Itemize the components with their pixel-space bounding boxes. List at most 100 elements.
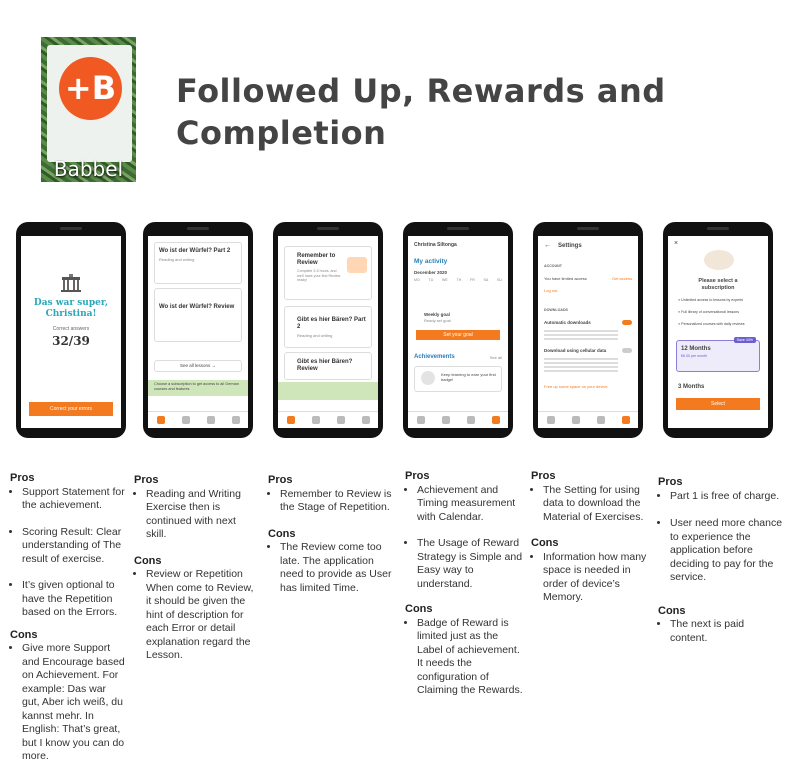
pros-list: Remember to Review is the Stage of Repet… (268, 488, 393, 515)
babbel-logo: +B Babbel (41, 37, 136, 182)
brandenburg-gate-icon (61, 274, 81, 292)
logout-link[interactable]: Log out (544, 288, 557, 293)
profile-icon[interactable] (231, 416, 240, 424)
subscription-banner[interactable]: Choose a subscription to get access to a… (148, 380, 248, 396)
lesson-title: Wo ist der Würfel? Review (159, 304, 235, 310)
phone-notch (317, 227, 339, 230)
review-icon[interactable] (466, 416, 475, 424)
save-badge: Save 44% (733, 337, 756, 343)
subscription-banner[interactable] (278, 382, 378, 400)
cellular-toggle[interactable] (622, 348, 632, 353)
babbel-plus-b-icon: +B (59, 57, 122, 120)
home-icon[interactable] (416, 416, 425, 424)
set-goal-button[interactable]: Set your goal (416, 330, 500, 340)
courses-icon[interactable] (571, 416, 580, 424)
bottom-nav (148, 411, 248, 428)
user-name: Christina Siltonga (414, 242, 457, 248)
home-icon[interactable] (286, 416, 295, 424)
home-icon[interactable] (156, 416, 165, 424)
courses-icon[interactable] (181, 416, 190, 424)
plan-3-months[interactable]: 3 Months (678, 384, 704, 390)
cellular-download-label: Download using cellular data (544, 348, 607, 353)
phone-notch (577, 227, 599, 230)
benefit-item: ● Personalized courses with daily review… (678, 322, 745, 326)
lesson-card[interactable]: Gibt es hier Bären? Part 2 Reading and w… (284, 306, 372, 348)
benefit-item: ● Unlimited access to lessons by experts (678, 298, 744, 302)
cons-heading: Cons (531, 537, 559, 549)
get-access-link[interactable]: Get access (612, 276, 632, 281)
weekly-goal-subtitle: Ready set goal (424, 318, 451, 323)
courses-icon[interactable] (441, 416, 450, 424)
subscription-heading: Please select a subscription (698, 278, 738, 291)
subscription-screen: × Please select a subscription ● Unlimit… (668, 236, 768, 428)
calendar-day: MO (414, 278, 420, 282)
cons-heading: Cons (658, 604, 686, 617)
auto-downloads-description (544, 328, 618, 342)
column-lessons: Pros Reading and Writing Exercise then i… (134, 474, 256, 663)
pros-heading: Pros (405, 470, 430, 482)
calendar-month: December 2020 (414, 270, 448, 275)
lesson-title: Gibt es hier Bären? Part 2 (297, 317, 366, 330)
limited-access-text: You have limited access (544, 276, 587, 281)
phone-notch (60, 227, 82, 230)
phone-subscription-screen: × Please select a subscription ● Unlimit… (663, 222, 773, 438)
benefit-text: Full library of conversational lessons (681, 310, 740, 314)
lesson-card[interactable]: Wo ist der Würfel? Part 2 Reading and wr… (154, 242, 242, 284)
lesson-card[interactable]: Wo ist der Würfel? Review (154, 288, 242, 342)
plan-price: €6.00 per month (681, 354, 708, 358)
calendar-week: MO TU WE TH FR SA SU (414, 278, 502, 282)
calendar-day: TH (456, 278, 462, 282)
review-icon[interactable] (336, 416, 345, 424)
review-card[interactable]: Remember to Review Complete 3-5 hours, a… (284, 246, 372, 300)
free-space-link[interactable]: Free up some space on your device (544, 384, 608, 389)
cons-list: Badge of Reward is limited just as the L… (405, 617, 523, 698)
badge-card: Keep learning to earn your first badge! (414, 366, 502, 392)
courses-icon[interactable] (311, 416, 320, 424)
profile-icon[interactable] (491, 416, 500, 424)
result-screen: Das war super, Christina! Correct answer… (21, 236, 121, 428)
pros-item: It’s given optional to have the Repetiti… (22, 579, 125, 620)
review-screen: Remember to Review Complete 3-5 hours, a… (278, 236, 378, 428)
calendar-day: SU (497, 278, 502, 282)
column-result: Pros Support Statement for the achieveme… (10, 472, 125, 764)
see-all-link[interactable]: See all (490, 355, 502, 360)
cons-item: The Review come too late. The applicatio… (280, 541, 393, 595)
home-icon[interactable] (546, 416, 555, 424)
auto-downloads-toggle[interactable] (622, 320, 632, 325)
auto-downloads-label: Automatic downloads (544, 320, 591, 325)
select-plan-button[interactable]: Select (676, 398, 760, 410)
calendar-day: TU (428, 278, 434, 282)
cons-list: Review or Repetition When come to Review… (134, 568, 256, 663)
lesson-card[interactable]: Gibt es hier Bären? Review (284, 352, 372, 380)
lesson-subtitle: Reading and writing (159, 257, 195, 262)
benefit-item: ● Full library of conversational lessons (678, 310, 740, 314)
pros-list: Reading and Writing Exercise then is con… (134, 488, 256, 542)
calendar-day: SA (483, 278, 489, 282)
lesson-subtitle: Reading and writing (297, 333, 333, 338)
pros-item: Achievement and Timing measurement with … (417, 484, 523, 525)
answers-label: Correct answers (52, 326, 90, 332)
pros-item: Scoring Result: Clear understanding of T… (22, 526, 125, 567)
back-arrow-icon[interactable]: ← (544, 242, 551, 249)
profile-icon[interactable] (361, 416, 370, 424)
profile-icon[interactable] (621, 416, 630, 424)
score-value: 32/39 (52, 334, 90, 348)
bottom-nav (278, 411, 378, 428)
pros-item: User need more chance to experience the … (670, 517, 783, 585)
pros-item: Remember to Review is the Stage of Repet… (280, 488, 393, 515)
cons-list: Give more Support and Encourage based on… (10, 642, 125, 764)
bottom-nav (538, 411, 638, 428)
achievements-heading: Achievements (414, 354, 455, 360)
plan-12-months[interactable]: Save 44% 12 Months €6.00 per month (676, 337, 760, 372)
account-section-label: ACCOUNT (544, 264, 562, 268)
column-review: Pros Remember to Review is the Stage of … (268, 474, 393, 595)
cons-list: The next is paid content. (658, 618, 783, 645)
pros-item: Part 1 is free of charge. (670, 490, 783, 504)
badge-icon (421, 371, 435, 385)
cellular-description (544, 356, 618, 374)
review-icon[interactable] (206, 416, 215, 424)
close-icon[interactable]: × (674, 240, 678, 247)
see-all-lessons-button[interactable]: See all lessons → (154, 360, 242, 372)
correct-errors-button[interactable]: Correct your errors (29, 402, 113, 416)
review-icon[interactable] (596, 416, 605, 424)
